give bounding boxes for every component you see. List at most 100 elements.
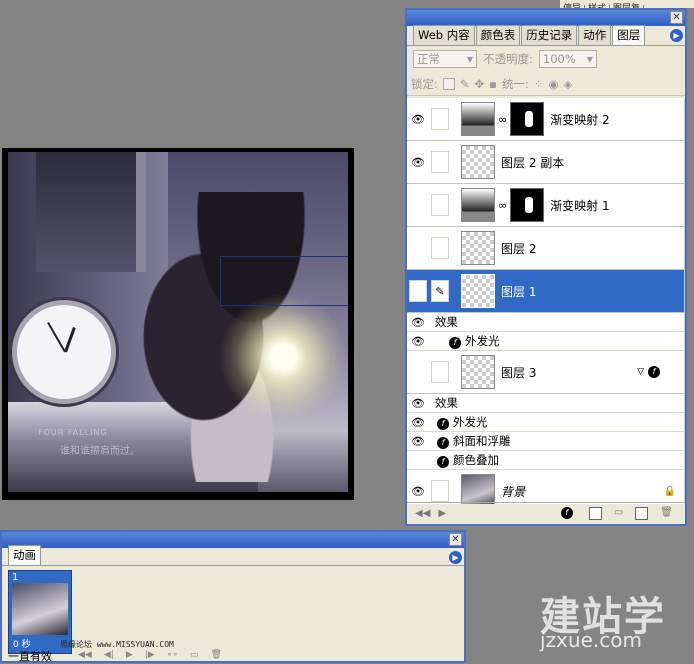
delete-layer-icon[interactable]: 🗑 [660, 507, 673, 520]
fx-icon: f [437, 418, 449, 430]
lock-image-icon[interactable]: ✎ [460, 77, 470, 91]
eye-icon[interactable]: 👁 [409, 108, 427, 130]
tab-actions[interactable]: 动作 [578, 25, 612, 45]
unify-visibility-icon[interactable]: ◉ [548, 77, 558, 91]
close-icon[interactable]: ✕ [449, 533, 462, 546]
tab-animation[interactable]: 动画 [8, 545, 41, 565]
effect-row[interactable]: f 颜色叠加 [407, 451, 684, 470]
expand-triangle-icon[interactable]: ▽ [637, 367, 644, 377]
selection-marquee[interactable] [220, 256, 348, 306]
opacity-field[interactable]: 100% ▼ [538, 50, 597, 68]
layer-name[interactable]: 图层 2 副本 [501, 154, 564, 171]
layer-row[interactable]: 👁 图层 2 副本 [407, 141, 684, 184]
unify-position-icon[interactable]: ⁘ [534, 77, 544, 91]
layer-thumbnail [461, 274, 495, 308]
document-canvas[interactable]: FOUR FALLING 谁和谁擦肩而过。 [2, 148, 354, 500]
prev-frame-icon[interactable]: ◀| [104, 650, 114, 660]
eye-toggle[interactable] [409, 280, 427, 302]
blend-mode-select[interactable]: 正常 ▼ [413, 50, 477, 68]
layer-name[interactable]: 图层 2 [501, 240, 536, 257]
scroll-left-icon[interactable]: ◀◀ [415, 508, 430, 519]
layer-row[interactable]: 👁 ∞ 渐变映射 2 [407, 98, 684, 141]
panel-footer: ◀◀ ▶ f ▭ 🗑 [407, 502, 685, 524]
add-mask-icon[interactable] [588, 507, 602, 520]
layer-row[interactable]: 图层 2 [407, 227, 684, 270]
layer-row[interactable]: 👁 背景 🔒 [407, 470, 684, 504]
effect-row[interactable]: 👁 f 外发光 [407, 332, 684, 351]
tab-history[interactable]: 历史记录 [521, 25, 578, 45]
layer-row-selected[interactable]: ✎ 图层 1 [407, 270, 684, 313]
frame-thumbnail [12, 583, 68, 635]
tab-color-table[interactable]: 颜色表 [475, 25, 521, 45]
first-frame-icon[interactable]: ◀◀ [78, 650, 92, 660]
link-toggle[interactable] [431, 151, 449, 173]
eye-toggle[interactable] [409, 361, 427, 383]
add-style-icon[interactable]: f [560, 507, 573, 519]
fx-icon: f [437, 437, 449, 449]
frame-number: 1 [12, 572, 19, 583]
fx-badge-icon: f [648, 366, 660, 378]
top-panel-strip: 停导样式图层复 [560, 0, 694, 14]
eye-icon[interactable]: 👁 [409, 413, 427, 431]
panel-titlebar[interactable]: ✕ [407, 10, 685, 26]
eye-icon[interactable]: 👁 [409, 313, 427, 331]
new-set-icon[interactable]: ▭ [614, 507, 623, 520]
effects-header[interactable]: 👁 效果 [407, 394, 684, 413]
photo-caption-cn: 谁和谁擦肩而过。 [60, 446, 140, 457]
panel-menu-icon[interactable]: ▶ [449, 551, 462, 564]
effect-row[interactable]: 👁 f 斜面和浮雕 [407, 432, 684, 451]
link-toggle[interactable] [431, 237, 449, 259]
lock-all-icon[interactable]: ▪ [489, 77, 497, 91]
lock-transparency-icon[interactable] [442, 77, 455, 90]
lock-label: 锁定: [411, 76, 438, 91]
layer-name[interactable]: 渐变映射 2 [550, 111, 609, 128]
eye-icon[interactable]: 👁 [409, 432, 427, 450]
eye-toggle[interactable] [409, 237, 427, 259]
layer-row[interactable]: ∞ 渐变映射 1 [407, 184, 684, 227]
lock-icon: 🔒 [663, 485, 676, 497]
scroll-right-icon[interactable]: ▶ [438, 508, 446, 519]
fx-icon: f [437, 456, 449, 468]
opacity-label: 不透明度: [483, 52, 533, 66]
link-toggle[interactable] [431, 194, 449, 216]
eye-icon[interactable]: 👁 [409, 332, 427, 350]
layer-name[interactable]: 渐变映射 1 [550, 197, 609, 214]
layer-name[interactable]: 背景 [501, 483, 525, 500]
duplicate-frame-icon[interactable]: ▭ [190, 650, 199, 660]
eye-icon[interactable]: 👁 [409, 480, 427, 502]
close-icon[interactable]: ✕ [670, 11, 683, 24]
eye-icon[interactable]: 👁 [409, 394, 427, 412]
chain-icon[interactable]: ∞ [498, 113, 507, 126]
photo-caption-en: FOUR FALLING [38, 428, 108, 437]
eye-toggle[interactable] [409, 451, 427, 469]
layer-mask-thumbnail [510, 188, 545, 222]
panel-menu-icon[interactable]: ▶ [670, 29, 683, 42]
lock-position-icon[interactable]: ✥ [475, 77, 485, 91]
unify-style-icon[interactable]: ◈ [564, 77, 573, 91]
eye-toggle[interactable] [409, 194, 427, 216]
link-toggle[interactable] [431, 480, 449, 502]
delete-frame-icon[interactable]: 🗑 [211, 650, 222, 660]
link-toggle[interactable] [431, 361, 449, 383]
loop-select[interactable]: 一直有效 [8, 648, 52, 664]
new-layer-icon[interactable] [635, 507, 649, 520]
chain-icon[interactable]: ∞ [498, 199, 507, 212]
watermark-site: 思缘论坛 www.MISSYUAN.COM [60, 640, 174, 649]
brush-icon[interactable]: ✎ [431, 280, 449, 302]
layer-thumbnail [461, 474, 495, 504]
eye-icon[interactable]: 👁 [409, 151, 427, 173]
unify-label: 统一: [501, 76, 529, 91]
layer-name[interactable]: 图层 1 [501, 283, 536, 300]
effects-header[interactable]: 👁 效果 [407, 313, 684, 332]
layer-name[interactable]: 图层 3 [501, 364, 536, 381]
play-icon[interactable]: ▶ [126, 650, 133, 660]
tab-layers[interactable]: 图层 [612, 25, 646, 45]
effect-row[interactable]: 👁 f 外发光 [407, 413, 684, 432]
layer-row[interactable]: 图层 3 ▽ f [407, 351, 684, 394]
tab-web-content[interactable]: Web 内容 [413, 25, 475, 45]
panel-titlebar[interactable]: ✕ [2, 532, 464, 548]
layer-mask-thumbnail [510, 102, 545, 136]
link-toggle[interactable] [431, 108, 449, 130]
next-frame-icon[interactable]: |▶ [145, 650, 155, 660]
tween-icon[interactable]: ∘∘ [167, 650, 178, 660]
